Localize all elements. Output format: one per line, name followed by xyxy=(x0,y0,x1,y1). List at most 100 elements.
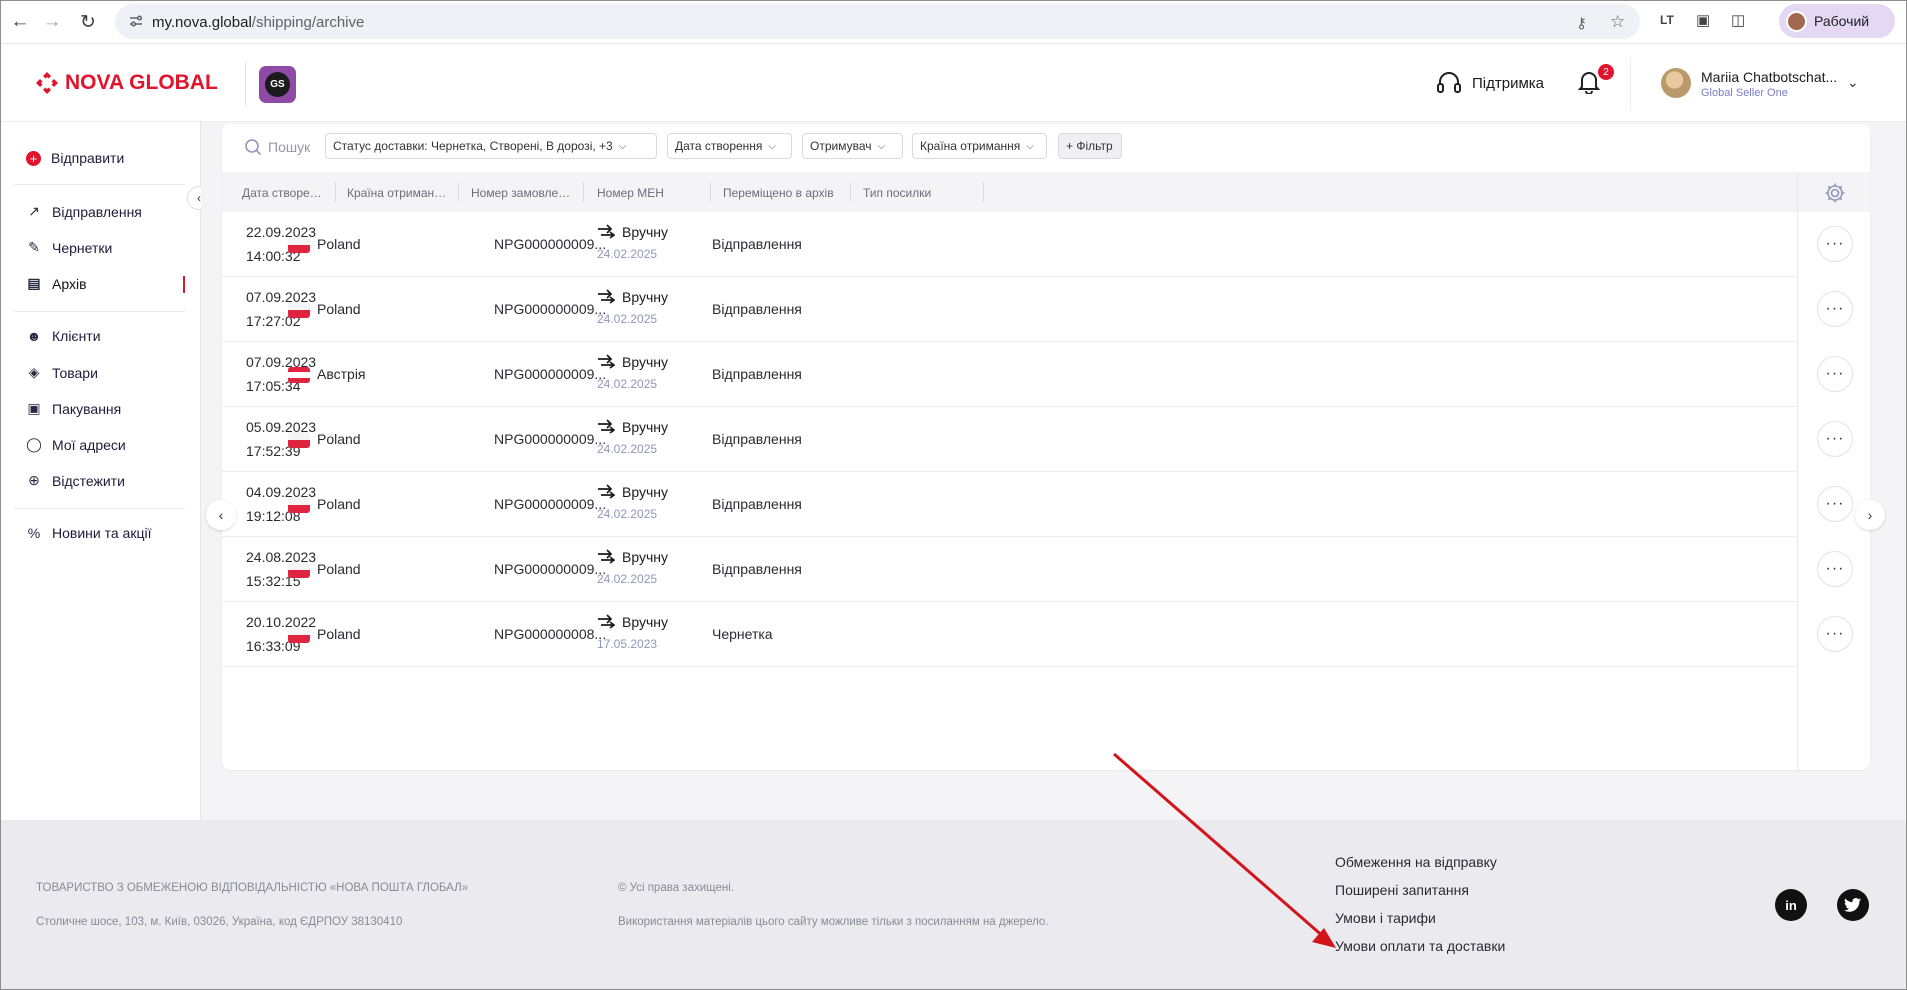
row-actions-button[interactable]: ··· xyxy=(1817,226,1853,262)
column-header[interactable]: Країна отримання xyxy=(347,186,447,200)
target-icon: ⊕ xyxy=(28,472,40,488)
sidebar-divider xyxy=(14,311,185,312)
footer-link-terms[interactable]: Умови і тарифи xyxy=(1335,910,1436,926)
destination-country: Poland xyxy=(317,626,361,642)
country-flag-icon xyxy=(288,237,310,253)
extensions-puzzle-icon[interactable]: ◫ xyxy=(1731,11,1745,29)
moved-to-archive: Вручну xyxy=(597,354,668,370)
bookmark-star-icon[interactable]: ☆ xyxy=(1610,12,1625,32)
moved-date: 24.02.2025 xyxy=(597,312,658,326)
address-bar[interactable]: my.nova.global/shipping/archive ⚷ ☆ xyxy=(115,4,1640,39)
table-row[interactable]: 04.09.2023 19:12:08 Poland NPG000000009... В… xyxy=(222,472,1798,537)
column-header[interactable]: Переміщено в архів xyxy=(723,186,835,200)
column-divider xyxy=(583,182,584,202)
row-actions-button[interactable]: ··· xyxy=(1817,421,1853,457)
row-actions-button[interactable]: ··· xyxy=(1817,551,1853,587)
column-divider xyxy=(850,182,851,202)
linkedin-icon[interactable]: in xyxy=(1775,889,1807,921)
back-icon[interactable]: ← xyxy=(6,8,34,36)
table-row[interactable]: 05.09.2023 17:52:39 Poland NPG000000009... В… xyxy=(222,407,1798,472)
row-actions-button[interactable]: ··· xyxy=(1817,616,1853,652)
user-name[interactable]: Mariia Chatbotschat... xyxy=(1701,69,1837,85)
created-date-filter[interactable]: Дата створення ⌵ xyxy=(667,133,792,159)
sidebar-item-addresses[interactable]: ◯ Мої адреси xyxy=(26,436,126,453)
chevron-down-icon[interactable]: ⌄ xyxy=(1847,74,1859,91)
percent-icon: % xyxy=(27,525,41,541)
parcel-type: Відправлення xyxy=(712,366,802,382)
column-header[interactable]: Номер МЕН xyxy=(597,186,687,200)
table-row[interactable]: 22.09.2023 14:00:32 Poland NPG000000009... В… xyxy=(222,212,1798,277)
moved-method: Вручну xyxy=(622,484,668,500)
sidebar-item-send[interactable]: + Відправити xyxy=(26,150,124,166)
sidebar-item-news[interactable]: % Новини та акції xyxy=(26,525,152,541)
sidebar-item-packaging[interactable]: ▣ Пакування xyxy=(26,400,121,417)
twitter-icon[interactable] xyxy=(1837,889,1869,921)
transfer-icon xyxy=(598,289,615,304)
table-row[interactable]: 24.08.2023 15:32:15 Poland NPG000000009... В… xyxy=(222,537,1798,602)
sidebar-item-track[interactable]: ⊕ Відстежити xyxy=(26,472,125,489)
row-actions-button[interactable]: ··· xyxy=(1817,356,1853,392)
moved-to-archive: Вручну xyxy=(597,419,668,435)
country-flag-icon xyxy=(288,497,310,513)
moved-method: Вручну xyxy=(622,419,668,435)
column-header[interactable]: Дата створення xyxy=(242,186,326,200)
camera-icon[interactable]: ▣ xyxy=(1696,11,1710,29)
site-settings-icon[interactable] xyxy=(128,13,144,29)
parcel-type: Відправлення xyxy=(712,431,802,447)
reload-icon[interactable]: ↻ xyxy=(74,8,102,36)
footer-link-restrictions[interactable]: Обмеження на відправку xyxy=(1335,854,1497,870)
destination-country: Poland xyxy=(317,561,361,577)
sidebar-item-drafts[interactable]: ✎ Чернетки xyxy=(26,239,112,256)
headset-icon xyxy=(1437,72,1461,93)
gear-icon[interactable] xyxy=(1824,182,1846,204)
footer-link-payment-delivery[interactable]: Умови оплати та доставки xyxy=(1335,938,1505,954)
bell-icon[interactable] xyxy=(1578,70,1600,94)
column-header[interactable]: Номер замовлення xyxy=(471,186,573,200)
app-switcher-badge[interactable]: GS xyxy=(259,66,296,103)
forward-icon[interactable]: → xyxy=(38,8,66,36)
arrow-up-right-icon: ↗ xyxy=(28,203,40,219)
moved-to-archive: Вручну xyxy=(597,484,668,500)
footer-usage-note: Використання матеріалів цього сайту можл… xyxy=(618,916,1049,928)
table-row[interactable]: 07.09.2023 17:27:02 Poland NPG000000009... В… xyxy=(222,277,1798,342)
transfer-icon xyxy=(598,484,615,499)
men-number: NPG000000009... xyxy=(494,236,607,252)
row-actions-button[interactable]: ··· xyxy=(1817,291,1853,327)
filter-bar: Пошук Статус доставки: Чернетка, Створен… xyxy=(222,124,1870,172)
url-text: my.nova.global/shipping/archive xyxy=(152,14,365,31)
password-key-icon[interactable]: ⚷ xyxy=(1576,14,1587,32)
support-button[interactable]: Підтримка xyxy=(1436,71,1544,95)
moved-to-archive: Вручну xyxy=(597,289,668,305)
moved-method: Вручну xyxy=(622,549,668,565)
table-header: Дата створення Країна отримання Номер за… xyxy=(222,172,1870,212)
sidebar-item-archive[interactable]: ▤ Архів xyxy=(26,275,86,292)
sidebar-item-shipments[interactable]: ↗ Відправлення xyxy=(26,203,142,220)
scroll-left-button[interactable]: ‹ xyxy=(206,500,236,530)
plus-circle-icon: + xyxy=(26,150,41,166)
transfer-icon xyxy=(598,419,615,434)
column-divider xyxy=(335,182,336,202)
browser-toolbar: ← → ↻ my.nova.global/shipping/archive ⚷ … xyxy=(0,0,1907,44)
men-number: NPG000000009... xyxy=(494,431,607,447)
destination-country: Poland xyxy=(317,431,361,447)
app-header: NOVA GLOBAL GS Підтримка 2 Mariia Chatbo… xyxy=(0,44,1907,122)
browser-profile-button[interactable]: Рабочий xyxy=(1779,4,1895,38)
translate-extension-icon[interactable]: LT xyxy=(1660,13,1674,27)
add-filter-button[interactable]: + Фільтр xyxy=(1058,133,1122,159)
moved-method: Вручну xyxy=(622,289,668,305)
table-row[interactable]: 20.10.2022 16:33:09 Poland NPG000000008... В… xyxy=(222,602,1798,667)
column-header[interactable]: Тип посилки xyxy=(863,186,963,200)
receiver-filter[interactable]: Отримувач ⌵ xyxy=(802,133,903,159)
transfer-icon xyxy=(598,354,615,369)
user-avatar[interactable] xyxy=(1661,68,1691,98)
status-filter[interactable]: Статус доставки: Чернетка, Створені, В д… xyxy=(325,133,657,159)
scroll-right-button[interactable]: › xyxy=(1855,500,1885,530)
search-input[interactable]: Пошук xyxy=(244,138,310,156)
sidebar-item-clients[interactable]: ☻ Клієнти xyxy=(26,328,101,344)
table-row[interactable]: 07.09.2023 17:05:34 Австрія NPG000000009...… xyxy=(222,342,1798,407)
row-actions-button[interactable]: ··· xyxy=(1817,486,1853,522)
country-filter[interactable]: Країна отримання ⌵ xyxy=(912,133,1047,159)
sidebar-item-goods[interactable]: ◈ Товари xyxy=(26,364,98,381)
nova-global-logo[interactable]: NOVA GLOBAL xyxy=(36,71,218,95)
footer-link-faq[interactable]: Поширені запитання xyxy=(1335,882,1469,898)
